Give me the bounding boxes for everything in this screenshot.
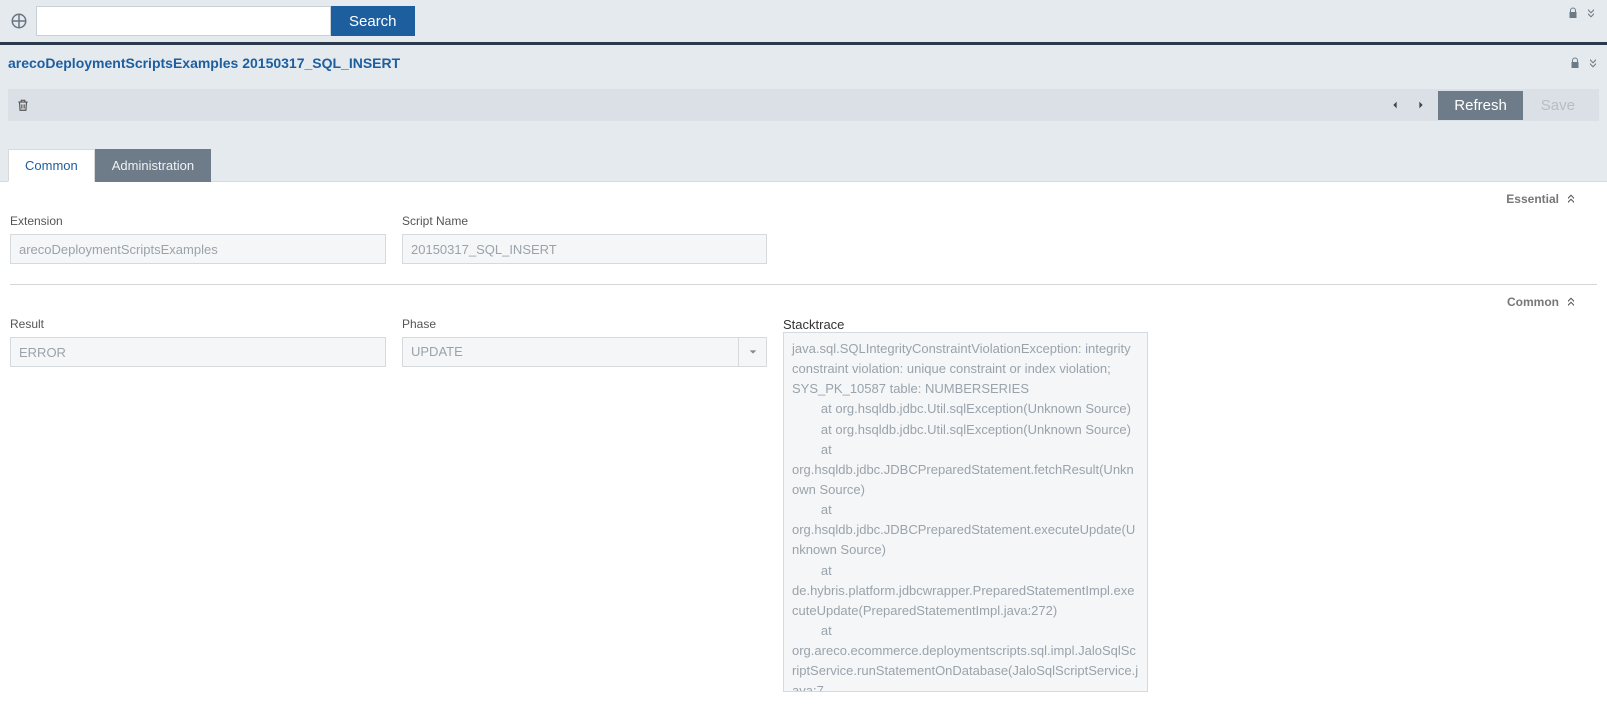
tab-common[interactable]: Common — [8, 149, 95, 182]
chevron-double-down-icon[interactable] — [1585, 6, 1597, 20]
refresh-button[interactable]: Refresh — [1438, 91, 1523, 120]
essential-fields: Extension Script Name — [0, 210, 1607, 284]
lock-icon[interactable] — [1567, 6, 1579, 20]
topbar-right-icons — [1567, 6, 1597, 20]
extension-input[interactable] — [10, 234, 386, 264]
script-name-label: Script Name — [402, 214, 767, 228]
field-script-name: Script Name — [402, 214, 767, 264]
extension-label: Extension — [10, 214, 386, 228]
stacktrace-textarea[interactable] — [783, 332, 1148, 692]
section-common-label: Common — [1507, 295, 1559, 309]
app-home-icon[interactable] — [8, 10, 30, 32]
prev-button[interactable] — [1382, 98, 1408, 112]
save-button: Save — [1525, 91, 1591, 120]
field-stacktrace: Stacktrace — [783, 317, 1148, 695]
script-name-input[interactable] — [402, 234, 767, 264]
action-bar: Refresh Save — [8, 89, 1599, 121]
common-fields: Result Phase UPDATE Stacktrace — [0, 313, 1607, 715]
top-bar: Search — [0, 0, 1607, 45]
chevron-double-down-icon[interactable] — [1587, 56, 1599, 70]
title-bar: arecoDeploymentScriptsExamples 20150317_… — [0, 45, 1607, 81]
chevron-down-icon[interactable] — [738, 338, 766, 366]
search-input[interactable] — [36, 6, 331, 36]
lock-icon[interactable] — [1569, 56, 1581, 70]
stacktrace-label: Stacktrace — [783, 317, 844, 332]
phase-label: Phase — [402, 317, 767, 331]
result-input[interactable] — [10, 337, 386, 367]
trash-icon[interactable] — [16, 97, 30, 113]
search-button[interactable]: Search — [331, 6, 415, 36]
tab-administration[interactable]: Administration — [95, 149, 211, 182]
collapse-icon[interactable] — [1565, 296, 1577, 308]
section-common-header: Common — [0, 285, 1607, 313]
field-result: Result — [10, 317, 386, 695]
page-title: arecoDeploymentScriptsExamples 20150317_… — [8, 55, 400, 71]
spacer — [0, 81, 1607, 89]
phase-value: UPDATE — [403, 338, 738, 366]
section-essential-header: Essential — [0, 182, 1607, 210]
field-phase: Phase UPDATE — [402, 317, 767, 695]
result-label: Result — [10, 317, 386, 331]
title-right-icons — [1569, 56, 1599, 70]
field-extension: Extension — [10, 214, 386, 264]
next-button[interactable] — [1408, 98, 1434, 112]
phase-select[interactable]: UPDATE — [402, 337, 767, 367]
tabs: Common Administration — [8, 149, 1607, 182]
collapse-icon[interactable] — [1565, 193, 1577, 205]
section-essential-label: Essential — [1506, 192, 1559, 206]
